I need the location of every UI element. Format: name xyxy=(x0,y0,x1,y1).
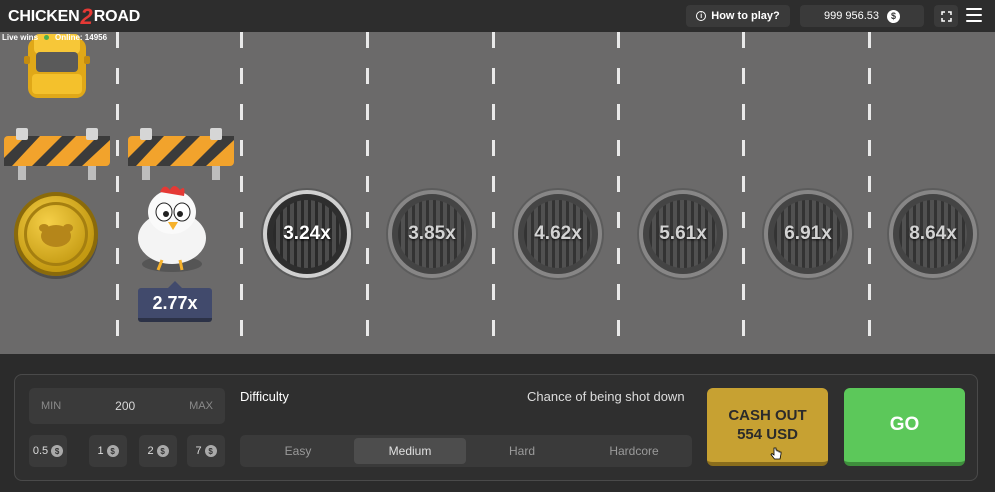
manhole-step-5: 6.91x xyxy=(764,190,852,278)
difficulty-tab-hardcore[interactable]: Hardcore xyxy=(578,438,690,464)
roast-chicken-icon xyxy=(24,202,88,266)
logo-number: 2 xyxy=(80,4,93,29)
cash-out-label: CASH OUT xyxy=(728,407,807,424)
cash-out-amount: 554 USD xyxy=(737,426,798,443)
dollar-coin-icon: $ xyxy=(204,445,217,457)
quick-bet-value: 7 xyxy=(195,445,202,457)
quick-bet-button[interactable]: 2 $ xyxy=(139,435,177,467)
difficulty-label: Difficulty xyxy=(240,389,289,404)
quick-bet-value: 0.5 xyxy=(32,445,49,457)
quick-bet-button[interactable]: 7 $ xyxy=(187,435,225,467)
difficulty-tab-hard[interactable]: Hard xyxy=(466,438,578,464)
hand-cursor-icon xyxy=(770,447,782,460)
manhole-step-1[interactable]: 3.24x xyxy=(263,190,351,278)
cash-out-button[interactable]: CASH OUT 554 USD xyxy=(707,388,828,466)
step-multiplier: 3.85x xyxy=(408,223,456,244)
online-count: Online: 14956 xyxy=(55,33,108,42)
how-to-play-label: How to play? xyxy=(711,10,780,22)
go-button[interactable]: GO xyxy=(844,388,965,466)
header: CHICKEN 2 ROAD i How to play? 999 956.53… xyxy=(0,0,995,32)
menu-icon[interactable] xyxy=(966,8,982,22)
balance-display: 999 956.53 $ xyxy=(800,5,924,27)
lane-divider xyxy=(868,32,871,354)
lane-divider xyxy=(492,32,495,354)
manhole-step-3: 4.62x xyxy=(514,190,602,278)
fullscreen-icon xyxy=(940,10,952,22)
bet-value[interactable]: 200 xyxy=(115,399,135,413)
quick-bet-value: 2 xyxy=(147,445,154,457)
manhole-step-4: 5.61x xyxy=(639,190,727,278)
road: 2.77x 3.24x 3.85x 4.62x 5.61x 6.91x 8.64… xyxy=(0,32,995,354)
lane-divider xyxy=(366,32,369,354)
lane-divider xyxy=(240,32,243,354)
quick-bet-button[interactable]: 0.5 $ xyxy=(29,435,67,467)
game-root: CHICKEN 2 ROAD i How to play? 999 956.53… xyxy=(0,0,995,492)
step-multiplier: 3.24x xyxy=(283,223,331,244)
manhole-step-6: 8.64x xyxy=(889,190,977,278)
fullscreen-button[interactable] xyxy=(934,5,958,27)
gold-coin-plate xyxy=(14,192,98,276)
lane-divider xyxy=(742,32,745,354)
car-icon xyxy=(24,34,90,98)
quick-bet-value: 1 xyxy=(97,445,104,457)
barrier-icon xyxy=(128,128,234,180)
balance-value: 999 956.53 xyxy=(823,10,880,22)
go-label: GO xyxy=(889,414,920,435)
live-info: Live wins Online: 14956 xyxy=(2,33,107,42)
online-dot-icon xyxy=(44,35,50,40)
info-icon: i xyxy=(696,11,707,21)
step-multiplier: 8.64x xyxy=(909,223,957,244)
difficulty-tab-easy[interactable]: Easy xyxy=(242,438,354,464)
lane-divider xyxy=(617,32,620,354)
barrier-icon xyxy=(4,128,110,180)
current-multiplier-badge: 2.77x xyxy=(138,281,212,322)
step-multiplier: 6.91x xyxy=(784,223,832,244)
current-multiplier-value: 2.77x xyxy=(152,292,198,313)
difficulty-tab-medium[interactable]: Medium xyxy=(354,438,466,464)
manhole-step-2: 3.85x xyxy=(388,190,476,278)
logo-left: CHICKEN xyxy=(8,8,80,25)
bet-max-button[interactable]: MAX xyxy=(189,400,213,412)
step-multiplier: 5.61x xyxy=(659,223,707,244)
game-logo: CHICKEN 2 ROAD xyxy=(8,4,140,30)
bet-amount-field[interactable]: MIN 200 MAX xyxy=(29,388,225,424)
quick-bet-button[interactable]: 1 $ xyxy=(89,435,127,467)
lane-divider xyxy=(116,32,119,354)
chicken-icon xyxy=(138,186,206,272)
dollar-coin-icon: $ xyxy=(156,445,169,457)
chance-label: Chance of being shot down xyxy=(527,389,685,404)
dollar-coin-icon: $ xyxy=(106,445,119,457)
dollar-coin-icon: $ xyxy=(887,9,901,23)
live-wins-label: Live wins xyxy=(2,33,39,42)
how-to-play-button[interactable]: i How to play? xyxy=(686,5,790,27)
difficulty-tabs: Easy Medium Hard Hardcore xyxy=(240,435,692,467)
logo-right: ROAD xyxy=(93,8,141,25)
control-panel: MIN 200 MAX 0.5 $ 1 $ 2 $ 7 $ Difficulty… xyxy=(14,374,978,481)
bet-min-button[interactable]: MIN xyxy=(41,400,61,412)
dollar-coin-icon: $ xyxy=(51,445,64,457)
step-multiplier: 4.62x xyxy=(534,223,582,244)
